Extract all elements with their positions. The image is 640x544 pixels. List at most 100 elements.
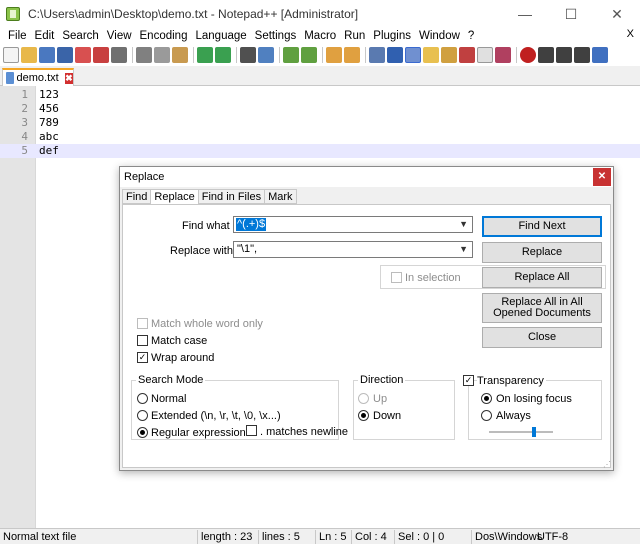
menu-language[interactable]: Language bbox=[191, 30, 250, 42]
document-map-icon[interactable] bbox=[441, 47, 457, 63]
menu-plugins[interactable]: Plugins bbox=[369, 30, 415, 42]
menu-settings[interactable]: Settings bbox=[251, 30, 301, 42]
menu-window[interactable]: Window bbox=[415, 30, 464, 42]
direction-up-radio[interactable] bbox=[358, 393, 369, 404]
search-mode-title: Search Mode bbox=[136, 374, 206, 386]
close-all-icon[interactable] bbox=[93, 47, 109, 63]
regex-mode-radio[interactable] bbox=[137, 427, 148, 438]
wrap-around-checkbox[interactable]: ✓ bbox=[137, 352, 148, 363]
document-tab-bar: demo.txt ✖ bbox=[0, 66, 640, 86]
menu-file[interactable]: File bbox=[4, 30, 31, 42]
resize-grip-icon[interactable]: ⋰ bbox=[603, 460, 611, 469]
record-macro-icon[interactable] bbox=[520, 47, 536, 63]
extended-mode-radio[interactable] bbox=[137, 410, 148, 421]
tab-replace[interactable]: Replace bbox=[150, 189, 199, 205]
transparency-slider-thumb[interactable] bbox=[531, 427, 536, 437]
in-selection-checkbox[interactable] bbox=[391, 272, 402, 283]
menu-help[interactable]: ? bbox=[464, 30, 478, 42]
matches-newline-checkbox[interactable] bbox=[246, 425, 257, 436]
function-list-icon[interactable] bbox=[459, 47, 475, 63]
direction-title: Direction bbox=[358, 374, 406, 386]
show-all-characters-icon[interactable] bbox=[387, 47, 403, 63]
always-radio[interactable] bbox=[481, 410, 492, 421]
line-text: 123 bbox=[39, 88, 59, 101]
find-next-button[interactable]: Find Next bbox=[482, 216, 602, 237]
normal-mode-radio[interactable] bbox=[137, 393, 148, 404]
tab-mark[interactable]: Mark bbox=[264, 189, 297, 204]
dialog-close-button[interactable]: ✕ bbox=[593, 168, 611, 186]
menu-macro[interactable]: Macro bbox=[300, 30, 340, 42]
close-file-icon[interactable] bbox=[75, 47, 91, 63]
maximize-button[interactable]: ☐ bbox=[548, 0, 594, 28]
match-whole-word-checkbox[interactable] bbox=[137, 318, 148, 329]
tab-demo-txt[interactable]: demo.txt ✖ bbox=[2, 68, 74, 86]
minimize-button[interactable]: — bbox=[502, 0, 548, 28]
status-line-number: Ln : 5 bbox=[315, 530, 347, 544]
paste-icon[interactable] bbox=[172, 47, 188, 63]
undo-icon[interactable] bbox=[197, 47, 213, 63]
play-macro-multiple-icon[interactable] bbox=[574, 47, 590, 63]
word-wrap-icon[interactable] bbox=[369, 47, 385, 63]
direction-down-radio[interactable] bbox=[358, 410, 369, 421]
tab-find-in-files[interactable]: Find in Files bbox=[197, 189, 266, 204]
chevron-down-icon[interactable]: ▼ bbox=[459, 244, 468, 254]
tab-find[interactable]: Find bbox=[122, 189, 152, 204]
toolbar-separator bbox=[365, 47, 366, 63]
sync-horizontal-icon[interactable] bbox=[344, 47, 360, 63]
sync-vertical-icon[interactable] bbox=[326, 47, 342, 63]
transparency-checkbox[interactable]: ✓ bbox=[463, 375, 474, 386]
match-case-checkbox[interactable] bbox=[137, 335, 148, 346]
line-number: 1 bbox=[21, 88, 28, 101]
editor-line[interactable]: 3 789 bbox=[0, 116, 640, 130]
menu-view[interactable]: View bbox=[103, 30, 136, 42]
status-bar: Normal text file length : 23 lines : 5 L… bbox=[0, 528, 640, 544]
indent-guide-icon[interactable] bbox=[405, 47, 421, 63]
close-dialog-button[interactable]: Close bbox=[482, 327, 602, 348]
copy-icon[interactable] bbox=[154, 47, 170, 63]
play-macro-icon[interactable] bbox=[556, 47, 572, 63]
print-icon[interactable] bbox=[111, 47, 127, 63]
replace-all-opened-button[interactable]: Replace All in All Opened Documents bbox=[482, 293, 602, 323]
replace-with-input[interactable]: "\1", ▼ bbox=[233, 241, 473, 258]
menu-search[interactable]: Search bbox=[58, 30, 102, 42]
close-document-button[interactable]: X bbox=[627, 28, 634, 40]
toolbar-separator bbox=[236, 47, 237, 63]
chevron-down-icon[interactable]: ▼ bbox=[459, 219, 468, 229]
redo-icon[interactable] bbox=[215, 47, 231, 63]
zoom-in-icon[interactable] bbox=[283, 47, 299, 63]
monitoring-icon[interactable] bbox=[495, 47, 511, 63]
editor-line[interactable]: 1 123 bbox=[0, 88, 640, 102]
stop-recording-icon[interactable] bbox=[538, 47, 554, 63]
new-file-icon[interactable] bbox=[3, 47, 19, 63]
editor-line-current[interactable]: 5 def bbox=[0, 144, 640, 158]
save-icon[interactable] bbox=[39, 47, 55, 63]
find-icon[interactable] bbox=[240, 47, 256, 63]
editor-line[interactable]: 2 456 bbox=[0, 102, 640, 116]
replace-button[interactable]: Replace bbox=[482, 242, 602, 263]
save-macro-icon[interactable] bbox=[592, 47, 608, 63]
editor-line[interactable]: 4 abc bbox=[0, 130, 640, 144]
open-file-icon[interactable] bbox=[21, 47, 37, 63]
folder-as-workspace-icon[interactable] bbox=[477, 47, 493, 63]
dialog-title-bar: Replace ✕ bbox=[120, 167, 613, 187]
status-encoding[interactable]: UTF-8 bbox=[537, 530, 568, 544]
tab-close-icon[interactable]: ✖ bbox=[64, 72, 73, 84]
user-defined-language-icon[interactable] bbox=[423, 47, 439, 63]
close-button[interactable]: ✕ bbox=[594, 0, 640, 28]
line-text: def bbox=[39, 144, 59, 157]
menu-run[interactable]: Run bbox=[340, 30, 369, 42]
replace-all-button[interactable]: Replace All bbox=[482, 267, 602, 288]
zoom-out-icon[interactable] bbox=[301, 47, 317, 63]
replace-icon[interactable] bbox=[258, 47, 274, 63]
direction-down-label: Down bbox=[373, 410, 402, 422]
menu-edit[interactable]: Edit bbox=[31, 30, 59, 42]
cut-icon[interactable] bbox=[136, 47, 152, 63]
status-column: Col : 4 bbox=[351, 530, 387, 544]
find-what-input[interactable]: ^(.+)$ ▼ bbox=[233, 216, 473, 233]
on-losing-focus-radio[interactable] bbox=[481, 393, 492, 404]
status-eol[interactable]: Dos\Windows bbox=[471, 530, 542, 544]
menu-encoding[interactable]: Encoding bbox=[136, 30, 192, 42]
replace-with-label: Replace with : bbox=[170, 245, 240, 257]
transparency-slider-track[interactable] bbox=[489, 431, 553, 433]
save-all-icon[interactable] bbox=[57, 47, 73, 63]
